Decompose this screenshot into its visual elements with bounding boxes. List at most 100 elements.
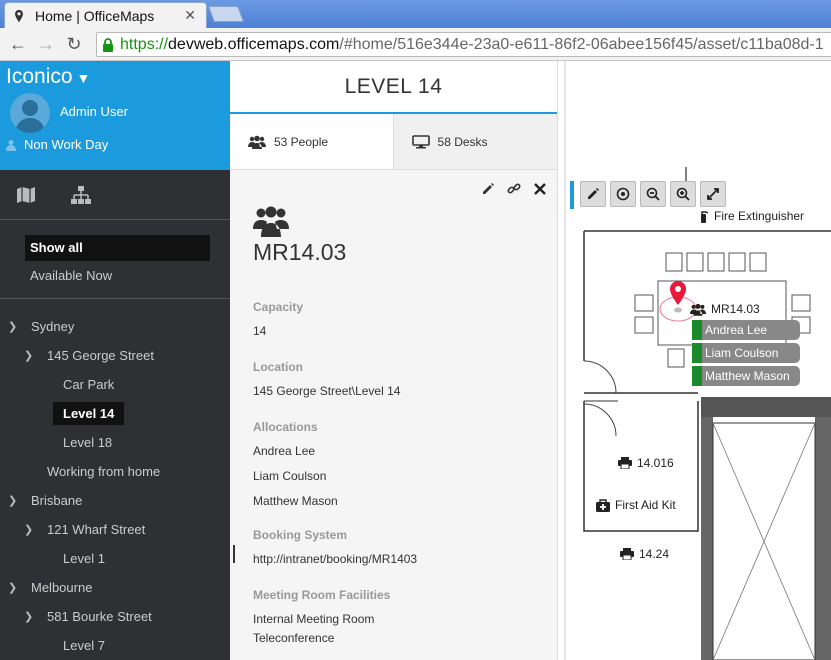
url-scheme: https:// [120,35,169,53]
close-icon[interactable]: ✕ [184,7,196,24]
browser-tab[interactable]: Home | OfficeMaps ✕ [4,2,207,28]
booking-field: Booking System http://intranet/booking/M… [253,528,417,566]
tab-people[interactable]: 53 People [230,114,394,169]
url-field[interactable]: https:// devweb.officemaps.com /#home/51… [96,32,831,57]
tree-item-working-from-home[interactable]: Working from home [0,457,230,486]
tree-item-level-14[interactable]: Level 14 [0,399,230,428]
tree-item-label: Level 7 [63,638,105,653]
avatar[interactable] [10,93,50,133]
occupant-tag[interactable]: Andrea Lee [692,320,800,340]
allocations-field: Allocations Andrea Lee Liam Coulson Matt… [253,420,338,508]
allocation-item[interactable]: Andrea Lee [253,444,338,458]
pencil-icon[interactable] [481,182,495,196]
filter-available-now[interactable]: Available Now [25,263,210,289]
tree-item-581-bourke-street[interactable]: ❯ 581 Bourke Street [0,602,230,631]
floor-map[interactable]: Fire Extinguisher MR14.03 Andrea Lee Lia… [558,61,831,660]
locate-button[interactable] [610,181,636,207]
tree-item-level-7[interactable]: Level 7 [0,631,230,660]
tree-item-label: Brisbane [31,493,83,508]
tree-item-label: 581 Bourke Street [47,609,152,624]
booking-link[interactable]: http://intranet/booking/MR1403 [253,552,417,566]
tree-item-label: Sydney [31,319,75,334]
printer-icon [620,548,634,560]
back-icon[interactable]: ← [8,34,28,54]
zoom-out-button[interactable] [640,181,666,207]
room-map-label[interactable]: MR14.03 [690,302,760,316]
fire-extinguisher-icon [701,210,709,223]
fire-extinguisher-label[interactable]: Fire Extinguisher [698,209,804,223]
occupant-tag[interactable]: Liam Coulson [692,343,800,363]
tree-item-145-george-street[interactable]: ❯ 145 George Street [0,341,230,370]
tree-item-label: Level 18 [63,435,113,450]
meeting-room-icon [253,206,289,237]
location-tree: ❯ Sydney ❯ 145 George Street Car Park Le… [0,299,230,660]
map-pin-icon [15,9,23,22]
fullscreen-button[interactable] [700,181,726,207]
chevron-down-icon[interactable]: ❯ [24,349,33,362]
allocations-label: Allocations [253,420,318,434]
link-icon[interactable] [507,182,521,196]
brand-menu[interactable]: Iconico ▼ [6,65,90,89]
panel-resize-handle[interactable] [233,545,235,563]
close-icon[interactable] [533,182,547,196]
expand-icon [707,188,719,200]
org-chart-icon[interactable] [70,185,92,205]
sidebar-header: Iconico ▼ Admin User Non Work Day [0,61,230,170]
tree-item-sydney[interactable]: ❯ Sydney [0,312,230,341]
url-host: devweb.officemaps.com [168,35,340,53]
new-tab-button[interactable] [208,6,244,22]
tab-desks[interactable]: 58 Desks [394,114,557,169]
tree-item-level-1[interactable]: Level 1 [0,544,230,573]
url-path: /#home/516e344e-23a0-e611-86f2-06abee156… [339,35,824,53]
tree-item-121-wharf-street[interactable]: ❯ 121 Wharf Street [0,515,230,544]
facility-item: Teleconference [253,631,335,645]
chevron-down-icon[interactable]: ❯ [24,523,33,536]
pencil-icon [588,188,599,199]
target-icon [616,187,630,201]
zoom-out-icon [646,187,660,201]
page-title: LEVEL 14 [344,75,443,98]
chevron-down-icon[interactable]: ❯ [8,581,17,594]
capacity-field: Capacity 14 [253,300,303,338]
room-name: MR14.03 [253,239,347,265]
facilities-field: Meeting Room Facilities Internal Meeting… [253,588,390,645]
tree-item-car-park[interactable]: Car Park [0,370,230,399]
tree-item-label: Level 14 [53,402,125,425]
map-toolbar [570,181,726,209]
work-status-label: Non Work Day [24,137,109,152]
details-tabs: 53 People 58 Desks [230,114,557,170]
tree-item-melbourne[interactable]: ❯ Melbourne [0,573,230,602]
tab-desks-label: 58 Desks [437,134,488,149]
printer-text: 14.24 [639,547,670,561]
chevron-down-icon[interactable]: ❯ [24,610,33,623]
map-icon[interactable] [16,185,36,205]
facilities-label: Meeting Room Facilities [253,588,391,602]
edit-map-button[interactable] [580,181,606,207]
printer-label[interactable]: 14.016 [618,456,674,470]
forward-icon[interactable]: → [36,34,56,54]
level-header: LEVEL 14 [230,61,557,114]
allocation-item[interactable]: Liam Coulson [253,469,338,483]
work-status[interactable]: Non Work Day [6,137,108,152]
occupant-tag[interactable]: Matthew Mason [692,366,800,386]
sidebar-tools [0,170,230,220]
chevron-down-icon[interactable]: ❯ [8,320,17,333]
tree-item-label: 121 Wharf Street [47,522,146,537]
tree-item-level-18[interactable]: Level 18 [0,428,230,457]
printer-label[interactable]: 14.24 [620,547,669,561]
tab-people-label: 53 People [274,134,329,149]
zoom-in-icon [676,187,690,201]
first-aid-kit-icon [596,498,610,512]
reload-icon[interactable]: ↻ [64,34,84,54]
chevron-down-icon[interactable]: ❯ [8,494,17,507]
first-aid-label[interactable]: First Aid Kit [596,498,676,512]
address-bar: ← → ↻ https:// devweb.officemaps.com /#h… [0,28,831,61]
capacity-label: Capacity [253,300,304,314]
browser-tab-bar: Home | OfficeMaps ✕ [0,0,831,28]
allocation-item[interactable]: Matthew Mason [253,494,338,508]
zoom-in-button[interactable] [670,181,696,207]
filter-show-all[interactable]: Show all [25,235,210,261]
chevron-down-icon: ▼ [76,70,91,86]
capacity-value: 14 [253,324,267,338]
tree-item-brisbane[interactable]: ❯ Brisbane [0,486,230,515]
